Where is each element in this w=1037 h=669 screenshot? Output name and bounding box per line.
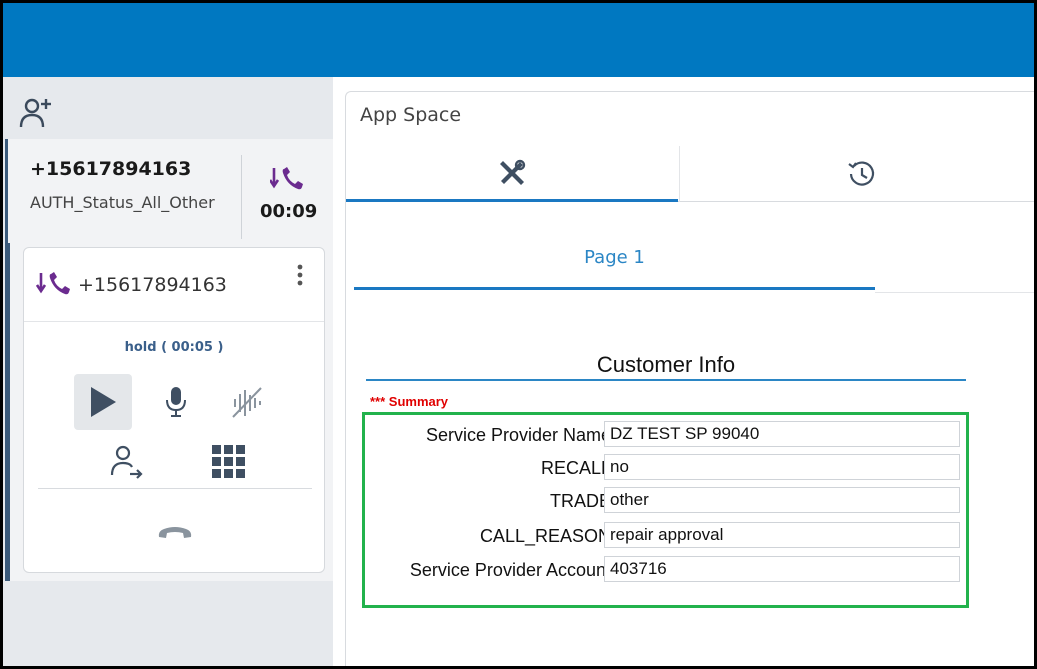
hold-status: hold ( 00:05 ) [124, 340, 224, 355]
field-label: Service Provider Name [425, 425, 611, 445]
trade-field[interactable]: other [604, 487, 960, 513]
tab-page-1[interactable]: Page 1 [354, 234, 875, 290]
call-timer: 00:09 [260, 201, 318, 222]
history-icon [847, 161, 874, 186]
left-panel: +15617894163 AUTH_Status_All_Other 00:09 [3, 77, 333, 666]
field-row-recall: RECALL no [365, 454, 966, 482]
more-options-button[interactable] [292, 262, 308, 292]
field-row-trade: TRADE other [365, 487, 966, 515]
top-bar [3, 3, 1034, 77]
active-call-summary[interactable]: +15617894163 AUTH_Status_All_Other 00:09 [8, 139, 333, 243]
resume-button[interactable] [74, 374, 132, 430]
summary-fields-box: Service Provider Name DZ TEST SP 99040 R… [362, 412, 969, 608]
app-window: +15617894163 AUTH_Status_All_Other 00:09 [0, 0, 1037, 669]
field-row-service-provider-account: Service Provider Account 403716 [365, 556, 966, 584]
divider [241, 155, 242, 239]
transfer-user-icon [110, 445, 143, 479]
add-user-icon [19, 98, 51, 128]
call-queue-name: AUTH_Status_All_Other [30, 193, 215, 212]
app-space-title: App Space [360, 104, 462, 126]
tab-tools[interactable] [346, 146, 678, 202]
caller-number: +15617894163 [30, 158, 192, 180]
recall-field[interactable]: no [604, 454, 960, 480]
divider [38, 488, 312, 489]
keypad-button[interactable] [208, 440, 250, 484]
transfer-button[interactable] [106, 440, 148, 484]
field-label: Service Provider Account [409, 560, 611, 580]
kebab-menu-icon [297, 264, 303, 286]
mute-button[interactable] [160, 376, 192, 428]
form-title-underline [366, 379, 966, 381]
app-space-panel: App Space Page 1 Customer Info *** Summa… [345, 91, 1034, 666]
field-label: TRADE [549, 491, 611, 511]
record-toggle-button[interactable] [226, 376, 268, 428]
call-control-card: +15617894163 hold ( 00:05 ) [23, 247, 325, 573]
call-reason-field[interactable]: repair approval [604, 522, 960, 548]
call-card-number: +15617894163 [78, 274, 227, 296]
app-tab-bar [346, 146, 1034, 202]
tab-history[interactable] [679, 146, 1034, 202]
add-contact-button[interactable] [17, 95, 55, 133]
tools-icon [500, 159, 526, 185]
field-row-call-reason: CALL_REASON repair approval [365, 522, 966, 550]
call-card-header: +15617894163 [24, 248, 324, 322]
service-provider-name-field[interactable]: DZ TEST SP 99040 [604, 421, 960, 447]
hang-up-button[interactable] [154, 518, 196, 548]
audio-off-icon [232, 387, 262, 418]
field-row-service-provider-name: Service Provider Name DZ TEST SP 99040 [365, 421, 966, 449]
dialpad-icon [212, 445, 245, 478]
play-icon [91, 387, 116, 417]
service-provider-account-field[interactable]: 403716 [604, 556, 960, 582]
summary-section-label: *** Summary [370, 394, 449, 409]
inbound-call-icon [35, 270, 74, 298]
field-label: RECALL [540, 458, 611, 478]
field-label: CALL_REASON [479, 526, 611, 546]
hang-up-icon [158, 527, 192, 538]
form-title: Customer Info [596, 352, 736, 377]
inbound-call-icon [268, 165, 306, 193]
divider [875, 292, 1034, 293]
microphone-icon [166, 387, 186, 417]
